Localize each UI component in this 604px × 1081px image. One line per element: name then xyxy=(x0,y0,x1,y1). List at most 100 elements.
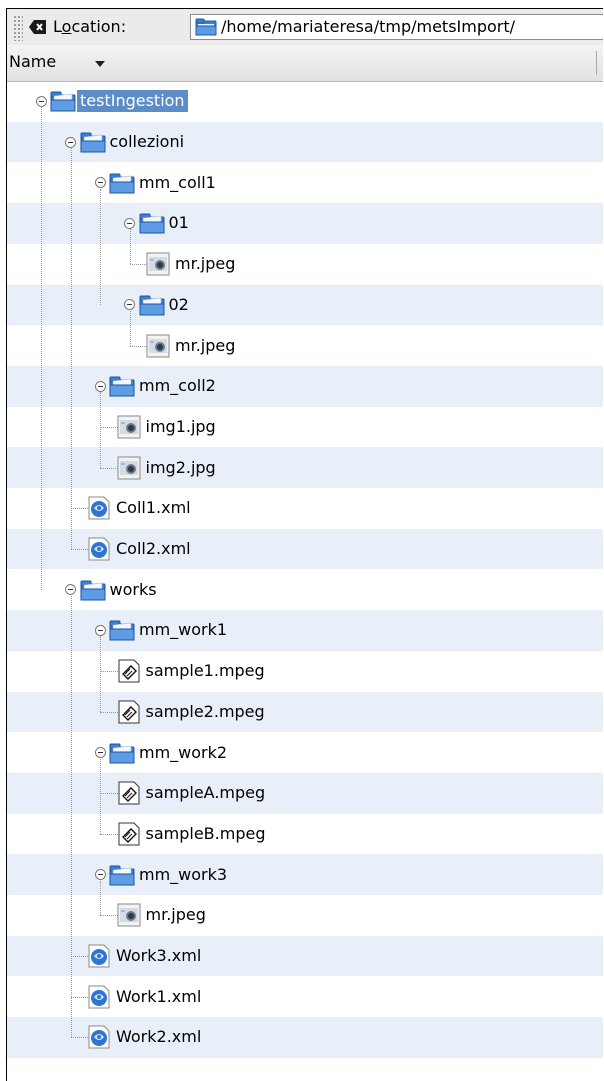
tree-guide-line xyxy=(70,148,72,550)
folder-icon xyxy=(109,863,135,887)
tree-item-label: img2.jpg xyxy=(145,457,216,477)
collapse-toggle-icon[interactable] xyxy=(65,584,76,596)
tree-item-label: mm_work3 xyxy=(139,864,228,884)
tree-item-label: img1.jpg xyxy=(145,416,216,436)
tree-item-label: mr.jpeg xyxy=(175,254,236,274)
tree-row-mr-jpeg[interactable]: mr.jpeg xyxy=(7,895,603,936)
tree-item-label: 01 xyxy=(168,213,189,233)
tree-row-mm-work2[interactable]: mm_work2 xyxy=(7,732,603,773)
collapse-toggle-icon[interactable] xyxy=(94,380,106,392)
column-separator[interactable] xyxy=(596,51,597,75)
location-path: /home/mariateresa/tmp/metsImport/ xyxy=(221,17,516,36)
tree-guide-line xyxy=(100,758,101,834)
tree-item-label: Coll2.xml xyxy=(116,539,191,559)
tree-row-mm-work3[interactable]: mm_work3 xyxy=(7,854,603,895)
tree-row-sampleb-mpeg[interactable]: sampleB.mpeg xyxy=(7,814,603,855)
xml-file-icon xyxy=(86,537,112,561)
image-file-icon xyxy=(116,903,142,927)
tree-row-samplea-mpeg[interactable]: sampleA.mpeg xyxy=(7,772,603,814)
folder-icon xyxy=(109,171,135,195)
tree-guide-line xyxy=(129,310,131,346)
collapse-toggle-icon[interactable] xyxy=(94,747,106,759)
tree-item-label: sampleB.mpeg xyxy=(145,823,266,843)
xml-file-icon xyxy=(86,1025,112,1049)
file-manager-window: Location: /home/mariateresa/tmp/metsImpo… xyxy=(6,8,603,1081)
folder-icon xyxy=(109,741,135,765)
tree-guide-line xyxy=(100,636,101,712)
collapse-toggle-icon[interactable] xyxy=(65,136,76,148)
tree-row-works[interactable]: works xyxy=(7,569,603,610)
video-file-icon xyxy=(116,700,142,724)
folder-icon xyxy=(195,18,217,36)
tree-row-work1-xml[interactable]: Work1.xml xyxy=(7,976,603,1017)
tree-item-label: testIngestion xyxy=(77,90,188,113)
tree-row-01[interactable]: 01 xyxy=(7,203,603,244)
tree-row-work2-xml[interactable]: Work2.xml xyxy=(7,1017,603,1058)
tree-item-label: 02 xyxy=(168,294,189,314)
tree-item-label: mr.jpeg xyxy=(145,905,206,925)
image-file-icon xyxy=(116,415,142,439)
folder-icon xyxy=(109,618,135,642)
tree-row-testingestion[interactable]: testIngestion xyxy=(7,81,603,122)
location-input[interactable]: /home/mariateresa/tmp/metsImport/ xyxy=(190,14,603,40)
name-column-header[interactable]: Name xyxy=(9,51,56,73)
location-label: Location: xyxy=(53,17,127,36)
collapse-toggle-icon[interactable] xyxy=(35,95,47,107)
tree-row-mr-jpeg[interactable]: mr.jpeg xyxy=(7,244,603,285)
tree-row-coll2-xml[interactable]: Coll2.xml xyxy=(7,528,603,570)
image-file-icon xyxy=(145,252,171,276)
tree-item-label: mm_work2 xyxy=(139,742,228,762)
tree-guide-line xyxy=(100,188,101,305)
tree-item-label: works xyxy=(109,579,157,599)
file-tree: testIngestion collezioni mm_coll1 01 mr.jpeg… xyxy=(7,81,603,1081)
sort-descending-icon[interactable] xyxy=(95,61,105,67)
folder-icon xyxy=(80,130,106,154)
tree-row-mm-coll1[interactable]: mm_coll1 xyxy=(7,162,603,203)
tree-row-mr-jpeg[interactable]: mr.jpeg xyxy=(7,325,603,366)
tree-item-label: mm_coll1 xyxy=(139,172,216,192)
tree-item-label: Coll1.xml xyxy=(116,498,191,518)
tree-row-sample2-mpeg[interactable]: sample2.mpeg xyxy=(7,691,603,733)
tree-item-label: mm_coll2 xyxy=(139,376,216,396)
folder-icon xyxy=(80,578,106,602)
tree-row-work3-xml[interactable]: Work3.xml xyxy=(7,935,603,977)
tree-row-collezioni[interactable]: collezioni xyxy=(7,121,603,163)
tree-row-img1-jpg[interactable]: img1.jpg xyxy=(7,407,603,448)
tree-item-label: Work1.xml xyxy=(116,986,202,1006)
tree-guide-line xyxy=(41,107,42,590)
video-file-icon xyxy=(116,659,142,683)
clear-location-icon[interactable] xyxy=(29,19,47,35)
xml-file-icon xyxy=(86,985,112,1009)
tree-row-02[interactable]: 02 xyxy=(7,284,603,326)
xml-file-icon xyxy=(86,944,112,968)
tree-row-mm-coll2[interactable]: mm_coll2 xyxy=(7,365,603,407)
collapse-toggle-icon[interactable] xyxy=(94,177,106,189)
video-file-icon xyxy=(116,822,142,846)
xml-file-icon xyxy=(86,496,112,520)
collapse-toggle-icon[interactable] xyxy=(124,299,135,311)
column-header: Name xyxy=(7,45,603,82)
collapse-toggle-icon[interactable] xyxy=(94,624,106,636)
tree-row-img2-jpg[interactable]: img2.jpg xyxy=(7,447,603,488)
image-file-icon xyxy=(145,334,171,358)
toolbar-grip[interactable] xyxy=(13,15,23,41)
tree-guide-line xyxy=(100,880,101,916)
tree-row-coll1-xml[interactable]: Coll1.xml xyxy=(7,488,603,529)
tree-item-label: Work3.xml xyxy=(116,946,202,966)
tree-guide-line xyxy=(70,595,72,1038)
tree-row-mm-work1[interactable]: mm_work1 xyxy=(7,610,603,651)
tree-guide-line xyxy=(100,392,101,468)
collapse-toggle-icon[interactable] xyxy=(94,869,106,881)
tree-item-label: mr.jpeg xyxy=(175,335,236,355)
tree-item-label: mm_work1 xyxy=(139,620,228,640)
folder-icon xyxy=(109,374,135,398)
folder-icon xyxy=(50,89,76,113)
location-toolbar: Location: /home/mariateresa/tmp/metsImpo… xyxy=(7,9,603,46)
tree-row-sample1-mpeg[interactable]: sample1.mpeg xyxy=(7,651,603,692)
tree-item-label: sample1.mpeg xyxy=(145,661,265,681)
collapse-toggle-icon[interactable] xyxy=(124,217,135,229)
image-file-icon xyxy=(116,456,142,480)
folder-icon xyxy=(139,293,165,317)
tree-guide-line xyxy=(129,229,131,265)
tree-item-label: sampleA.mpeg xyxy=(145,783,266,803)
